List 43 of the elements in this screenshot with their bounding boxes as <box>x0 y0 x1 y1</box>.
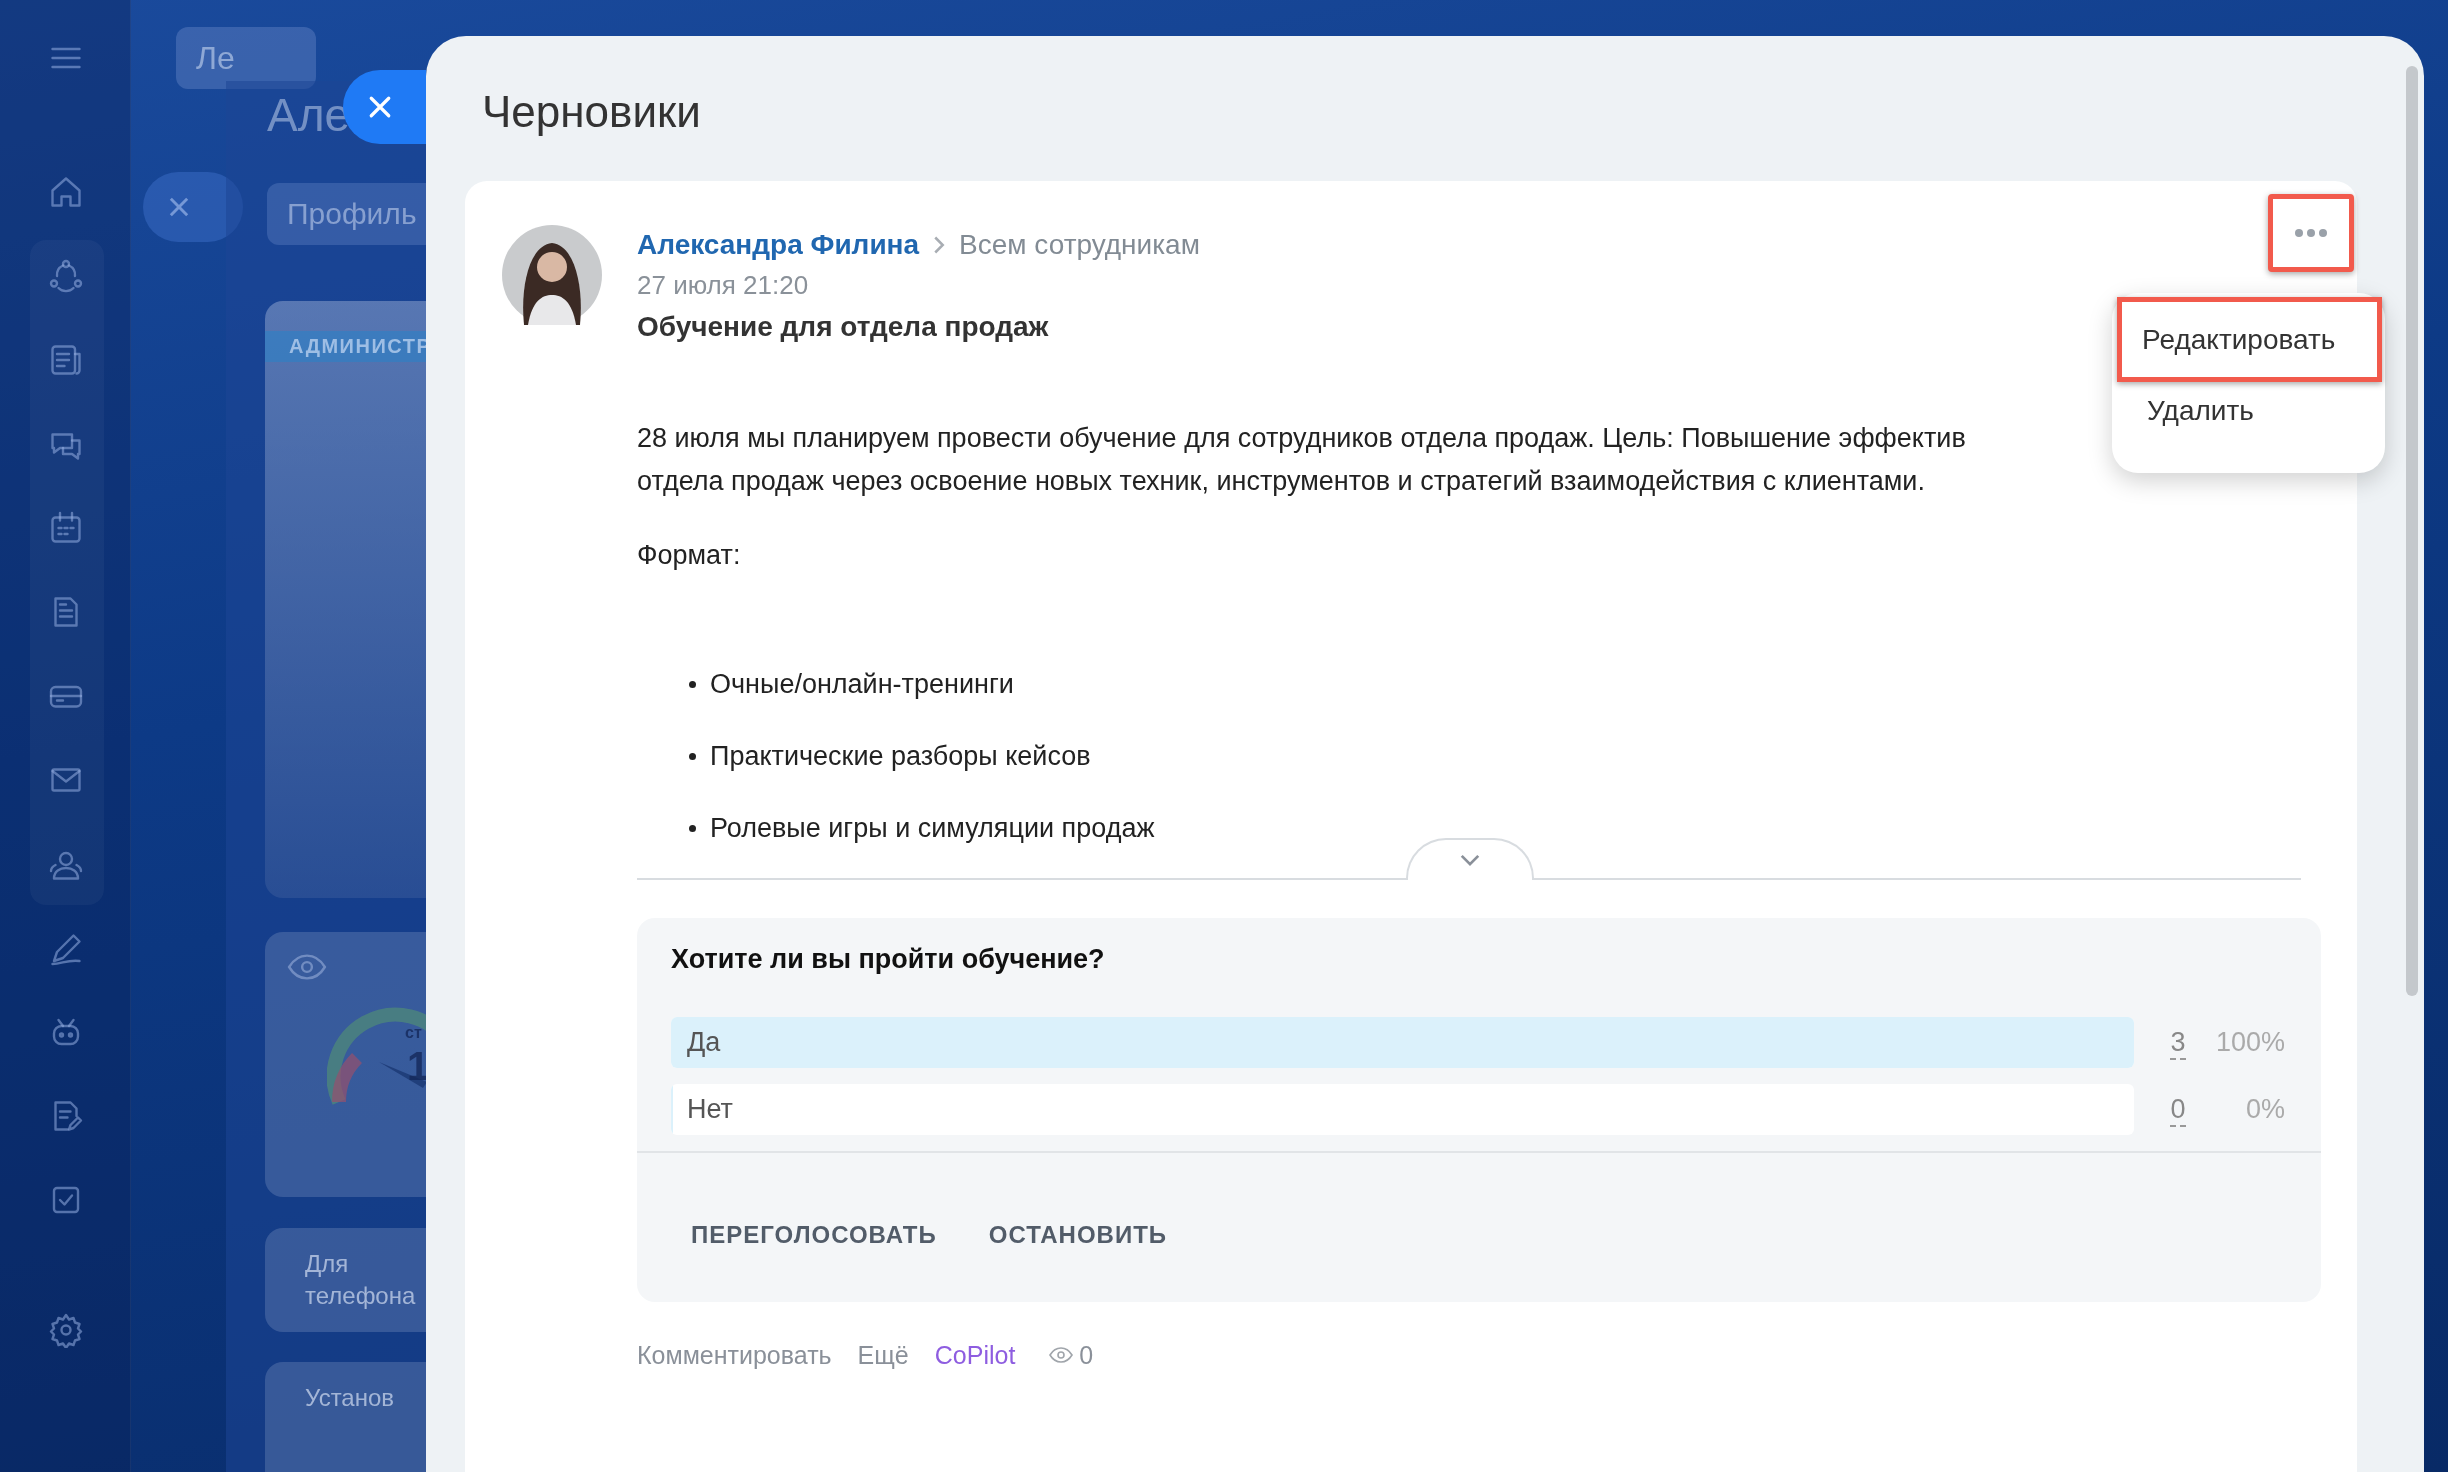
settings-icon[interactable] <box>48 1312 84 1348</box>
poll-option[interactable]: Нет <box>671 1084 2134 1135</box>
card-text: Установ <box>305 1383 396 1413</box>
pen-icon[interactable] <box>48 931 84 967</box>
menu-item[interactable]: Редактировать <box>2117 297 2382 382</box>
body-text: Формат: <box>637 539 741 572</box>
author-link[interactable]: Александра Филина <box>637 229 920 261</box>
poll-option[interactable]: Да <box>671 1017 2134 1068</box>
chevron-down-icon <box>1459 853 1481 867</box>
body-text: 28 июля мы планируем провести обучение для сотрудников отдела продаж. Цель: Повышение эффектив <box>637 422 1966 455</box>
vote-percent: 100% <box>2214 1027 2285 1058</box>
panel-title: Черновики <box>481 86 702 138</box>
poll-action-button[interactable]: ОСТАНОВИТЬ <box>972 1205 1184 1265</box>
list-item-text: Ролевые игры и симуляции продаж <box>710 812 1155 845</box>
more-button[interactable] <box>2268 194 2354 272</box>
copilot-link[interactable]: CoPilot <box>934 1340 1016 1370</box>
vote-count[interactable]: 0 <box>2170 1092 2186 1127</box>
poll-action-button[interactable]: ПЕРЕГОЛОСОВАТЬ <box>675 1205 953 1265</box>
vote-count[interactable]: 3 <box>2170 1025 2186 1060</box>
vote-percent: 0% <box>2244 1094 2285 1125</box>
view-count: 0 <box>1079 1340 1094 1370</box>
list-item-text: Практические разборы кейсов <box>710 740 1091 773</box>
newspaper-icon[interactable] <box>48 342 84 378</box>
calendar-icon[interactable] <box>48 510 84 546</box>
post-date: 27 июля 21:20 <box>637 269 810 302</box>
poll-question: Хотите ли вы пройти обучение? <box>671 943 1106 976</box>
post-title: Обучение для отдела продаж <box>637 310 1049 344</box>
panel-title: Але <box>267 88 351 143</box>
more-icon <box>2294 228 2328 238</box>
list-item-text: Очные/онлайн-тренинги <box>710 668 1014 701</box>
eye-icon <box>287 954 327 980</box>
audience-text: Всем сотрудникам <box>959 229 1200 261</box>
bullet-icon <box>689 825 696 832</box>
bullet-icon <box>689 681 696 688</box>
bullet-icon <box>689 753 696 760</box>
more-link[interactable]: Ещё <box>857 1340 909 1370</box>
body-text: отдела продаж через освоение новых техник, инструментов и стратегий взаимодействия с клиентами. <box>637 465 1925 498</box>
eye-icon <box>1049 1347 1074 1363</box>
home-icon[interactable] <box>48 174 84 210</box>
comment-link[interactable]: Комментировать <box>637 1340 832 1370</box>
nodes-icon[interactable] <box>48 258 84 294</box>
card-text: Для телефона <box>305 1249 417 1311</box>
scrollbar[interactable] <box>2406 66 2418 996</box>
